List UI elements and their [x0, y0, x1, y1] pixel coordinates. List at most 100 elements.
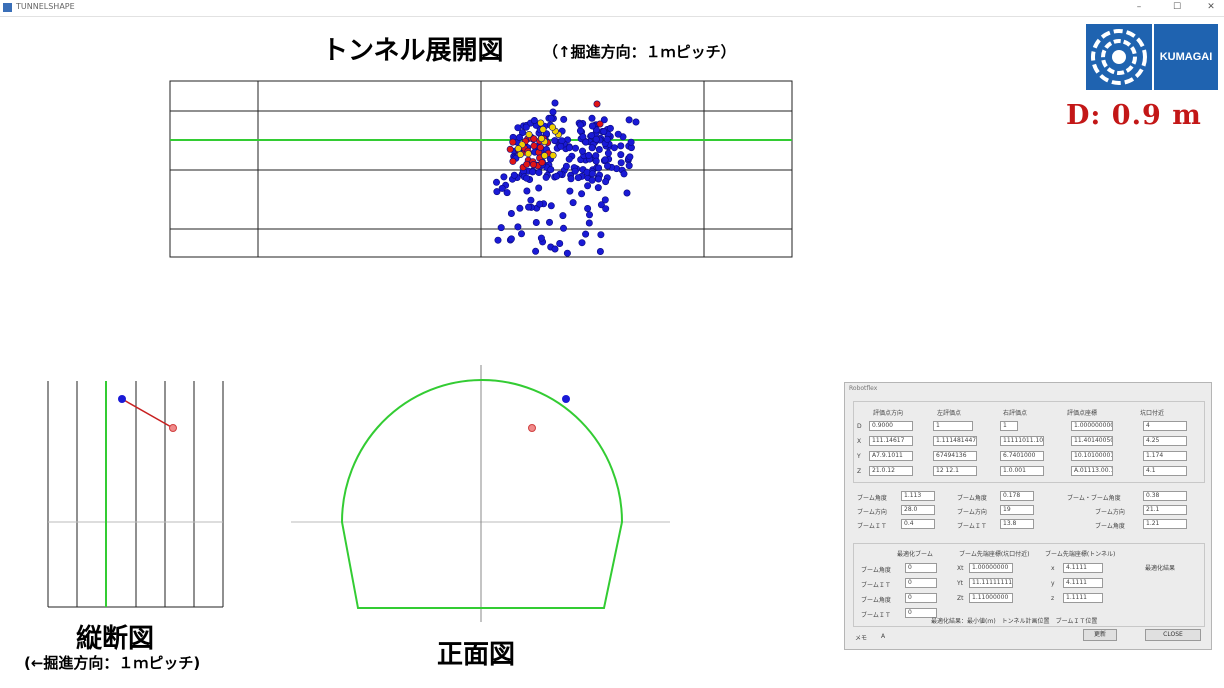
group-title: 最適化ブーム [897, 551, 933, 558]
value-field[interactable]: 1.0.001 [1000, 466, 1044, 476]
value-field[interactable]: 67494136 [933, 451, 977, 461]
close-dialog-button[interactable]: CLOSE [1145, 629, 1201, 641]
value-field[interactable]: 0.9000 [869, 421, 913, 431]
boom-point-red [169, 424, 177, 432]
scatter-point [623, 189, 631, 197]
scatter-point [523, 174, 531, 182]
scatter-point [625, 162, 633, 170]
scatter-point [557, 142, 565, 150]
scatter-point [532, 219, 540, 227]
scatter-point [514, 124, 522, 132]
value-field[interactable]: 10.1010000121 [1071, 451, 1113, 461]
scatter-point [614, 130, 622, 138]
scatter-point [617, 159, 625, 167]
col-header: 右評価点 [1003, 410, 1028, 417]
value-field[interactable]: 4 [1143, 421, 1187, 431]
scatter-point [514, 223, 522, 231]
value-field[interactable]: 21.1 [1143, 505, 1187, 515]
field-label: Xt [957, 565, 964, 572]
scatter-point-yellow [514, 145, 522, 153]
value-field[interactable]: 11111011.10 [1000, 436, 1044, 446]
scatter-point [530, 117, 538, 125]
value-field[interactable]: 1.1111 [1063, 593, 1103, 603]
scatter-point-red [538, 159, 546, 167]
value-field[interactable]: 0 [905, 563, 937, 573]
scatter-point [567, 175, 575, 183]
value-field[interactable]: 1.174 [1143, 451, 1187, 461]
scatter-point [595, 146, 603, 154]
value-field[interactable]: 1 [1000, 421, 1018, 431]
field-label: ブーム方向 [857, 509, 887, 516]
scatter-point [592, 157, 600, 165]
value-field[interactable]: 1.00000000 [969, 563, 1013, 573]
scatter-point [600, 128, 608, 136]
scatter-point [542, 173, 550, 181]
scatter-point [551, 245, 559, 253]
scatter-point [558, 137, 566, 145]
value-field[interactable]: 4.25 [1143, 436, 1187, 446]
value-field[interactable]: 1.21 [1143, 519, 1187, 529]
scatter-point [574, 174, 582, 182]
scatter-point [617, 142, 625, 150]
scatter-point [602, 205, 610, 213]
scatter-point [549, 108, 557, 116]
scatter-point [560, 115, 568, 123]
scatter-point [547, 202, 555, 210]
scatter-point [547, 166, 555, 174]
scatter-point-yellow [541, 152, 549, 160]
field-label: z [1051, 595, 1055, 602]
value-field[interactable]: 4.1111 [1063, 578, 1103, 588]
value-field[interactable]: 11.11111111 [969, 578, 1013, 588]
update-button[interactable]: 更新 [1083, 629, 1117, 641]
scatter-point [529, 168, 537, 176]
value-field[interactable]: 0 [905, 578, 937, 588]
scatter-point [525, 203, 533, 211]
scatter-point [507, 235, 515, 243]
scatter-point [594, 184, 602, 192]
scatter-point [578, 147, 586, 155]
row-label: X [857, 438, 862, 445]
value-field[interactable]: 0 [905, 593, 937, 603]
value-field[interactable]: 19 [1000, 505, 1034, 515]
boom-point-blue [118, 395, 126, 403]
development-points [492, 99, 640, 257]
scatter-point [578, 190, 586, 198]
value-field[interactable]: 1 [933, 421, 973, 431]
scatter-point [498, 184, 506, 192]
scatter-point [610, 144, 618, 152]
field-label: ブーム角度 [1095, 523, 1125, 530]
value-field[interactable]: 6.7401000 [1000, 451, 1044, 461]
value-field[interactable]: 4.1 [1143, 466, 1187, 476]
scatter-point [627, 138, 635, 146]
scatter-point [565, 144, 573, 152]
scatter-point [617, 151, 625, 159]
value-field[interactable]: 4.1111 [1063, 563, 1103, 573]
value-field[interactable]: 0.178 [1000, 491, 1034, 501]
scatter-point [596, 248, 604, 256]
value-field[interactable]: 1.113 [901, 491, 935, 501]
field-label: x [1051, 565, 1055, 572]
value-field[interactable]: 1.000000000 [1071, 421, 1113, 431]
value-field[interactable]: 0.38 [1143, 491, 1187, 501]
value-field[interactable]: 11.4014005000 [1071, 436, 1113, 446]
scatter-point [601, 196, 609, 204]
scatter-point-yellow [516, 151, 524, 159]
value-field[interactable]: 1.11000000 [969, 593, 1013, 603]
value-field[interactable]: 0.4 [901, 519, 935, 529]
value-field[interactable]: 1.111481447 [933, 436, 977, 446]
value-field[interactable]: 13.8 [1000, 519, 1034, 529]
value-field[interactable]: A.01113.00.1 [1071, 466, 1113, 476]
scatter-point [510, 171, 518, 179]
value-field[interactable]: A7.9.1011 [869, 451, 913, 461]
scatter-point [602, 178, 610, 186]
field-label: ブーム方向 [957, 509, 987, 516]
value-field[interactable]: 111.14617 [869, 436, 913, 446]
field-label: ブーム角度 [861, 597, 891, 604]
value-field[interactable]: 12 12.1 [933, 466, 977, 476]
value-field[interactable]: 28.0 [901, 505, 935, 515]
scatter-point [576, 121, 584, 129]
value-field[interactable]: 21.0.12 [869, 466, 913, 476]
field-label: Zt [957, 595, 964, 602]
field-label: ブーム角度 [957, 495, 987, 502]
front-title: 正面図 [437, 640, 516, 670]
